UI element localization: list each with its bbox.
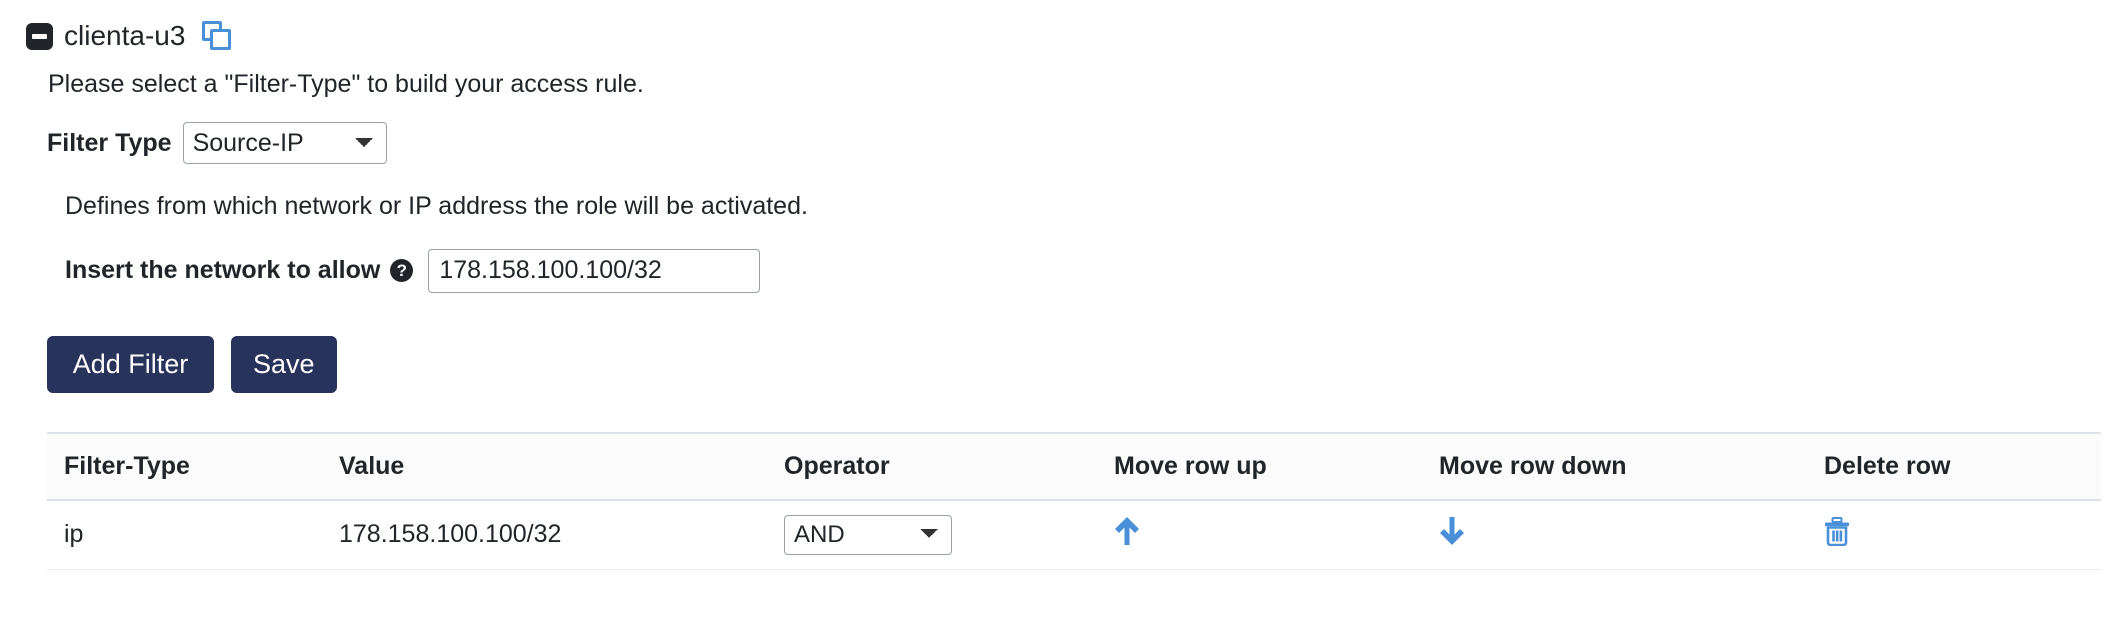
operator-select[interactable]: AND	[784, 514, 952, 555]
trash-icon	[1825, 516, 1849, 546]
minus-glyph	[32, 33, 47, 39]
minus-square-icon[interactable]	[26, 22, 53, 50]
filters-table: Filter-Type Value Operator Move row up M…	[47, 431, 2101, 570]
filters-table-body: ip 178.158.100.100/32 AND	[47, 499, 2101, 570]
column-header-move-row-down: Move row down	[1422, 431, 1807, 501]
table-header-row: Filter-Type Value Operator Move row up M…	[47, 431, 2101, 501]
access-rule-panel: clienta-u3 Please select a "Filter-Type"…	[0, 0, 2108, 629]
question-circle-icon[interactable]: ?	[390, 259, 414, 282]
move-row-down-button[interactable]	[1439, 516, 1465, 546]
lead-instruction-text: Please select a "Filter-Type" to build y…	[48, 70, 644, 98]
column-header-operator: Operator	[767, 431, 1097, 501]
cell-move-row-up	[1097, 499, 1422, 570]
network-input[interactable]	[428, 248, 761, 293]
filter-type-select[interactable]: Source-IP	[182, 122, 387, 165]
page-title: clienta-u3	[64, 20, 186, 51]
column-header-value: Value	[322, 431, 767, 501]
filter-type-label: Filter Type	[47, 128, 172, 157]
copy-icon-front-sheet	[210, 29, 232, 50]
column-header-filter-type: Filter-Type	[47, 431, 322, 501]
cell-delete-row	[1807, 499, 2101, 570]
network-input-row: Insert the network to allow ?	[48, 248, 2108, 293]
arrow-up-icon	[1115, 517, 1139, 545]
column-header-move-row-up: Move row up	[1097, 431, 1422, 501]
move-row-up-button[interactable]	[1114, 516, 1140, 546]
network-input-label: Insert the network to allow	[65, 256, 381, 284]
filter-type-row: Filter Type Source-IP	[47, 122, 2108, 165]
column-header-delete-row: Delete row	[1807, 431, 2101, 501]
table-row: ip 178.158.100.100/32 AND	[47, 499, 2101, 570]
cell-filter-type: ip	[47, 499, 322, 570]
cell-move-row-down	[1422, 499, 1807, 570]
cell-value: 178.158.100.100/32	[322, 499, 767, 570]
filters-table-head: Filter-Type Value Operator Move row up M…	[47, 431, 2101, 501]
arrow-down-icon	[1440, 517, 1464, 545]
save-button[interactable]: Save	[231, 335, 337, 393]
delete-row-button[interactable]	[1824, 516, 1850, 546]
cell-operator: AND	[767, 499, 1097, 570]
copy-icon[interactable]	[202, 21, 232, 51]
add-filter-button[interactable]: Add Filter	[47, 335, 214, 393]
node-header: clienta-u3	[0, 0, 2108, 56]
filter-type-description: Defines from which network or IP address…	[65, 192, 808, 221]
form-actions: Add Filter Save	[47, 335, 2108, 393]
form-body: Please select a "Filter-Type" to build y…	[0, 69, 2108, 570]
